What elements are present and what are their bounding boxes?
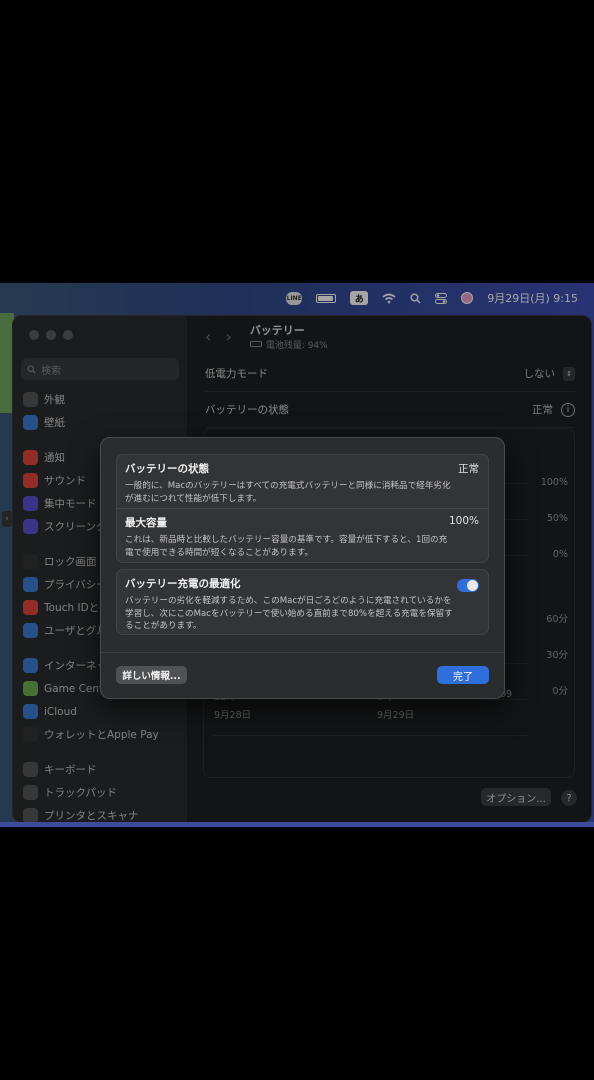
health-title: バッテリーの状態 — [125, 463, 209, 475]
capacity-description: これは、新品時と比較したバッテリー容量の基準です。容量が低下すると、1回の充電で… — [125, 535, 448, 558]
optimize-title: バッテリー充電の最適化 — [125, 578, 241, 590]
optimize-charging-toggle[interactable] — [457, 579, 479, 592]
health-capacity-card: バッテリーの状態 正常 一般的に、Macのバッテリーはすべての充電式バッテリーと… — [116, 454, 489, 563]
health-row: バッテリーの状態 正常 一般的に、Macのバッテリーはすべての充電式バッテリーと… — [117, 455, 488, 508]
done-button[interactable]: 完了 — [437, 666, 489, 684]
optimize-row: バッテリー充電の最適化 バッテリーの劣化を軽減するため、このMacが日ごろどのよ… — [117, 570, 488, 634]
health-value: 正常 — [458, 463, 479, 475]
capacity-row: 最大容量 100% これは、新品時と比較したバッテリー容量の基準です。容量が低下… — [117, 508, 488, 562]
optimize-description: バッテリーの劣化を軽減するため、このMacが日ごろどのように充電されているかを学… — [125, 596, 453, 631]
sheet-divider — [101, 652, 504, 653]
health-description: 一般的に、Macのバッテリーはすべての充電式バッテリーと同様に消耗品で経年劣化が… — [125, 481, 451, 504]
optimize-card: バッテリー充電の最適化 バッテリーの劣化を軽減するため、このMacが日ごろどのよ… — [116, 569, 489, 635]
capacity-value: 100% — [448, 515, 479, 527]
battery-health-sheet: バッテリーの状態 正常 一般的に、Macのバッテリーはすべての充電式バッテリーと… — [100, 437, 505, 699]
capacity-title: 最大容量 — [125, 517, 167, 529]
more-info-button[interactable]: 詳しい情報... — [116, 666, 187, 684]
dock-edge — [0, 822, 594, 827]
